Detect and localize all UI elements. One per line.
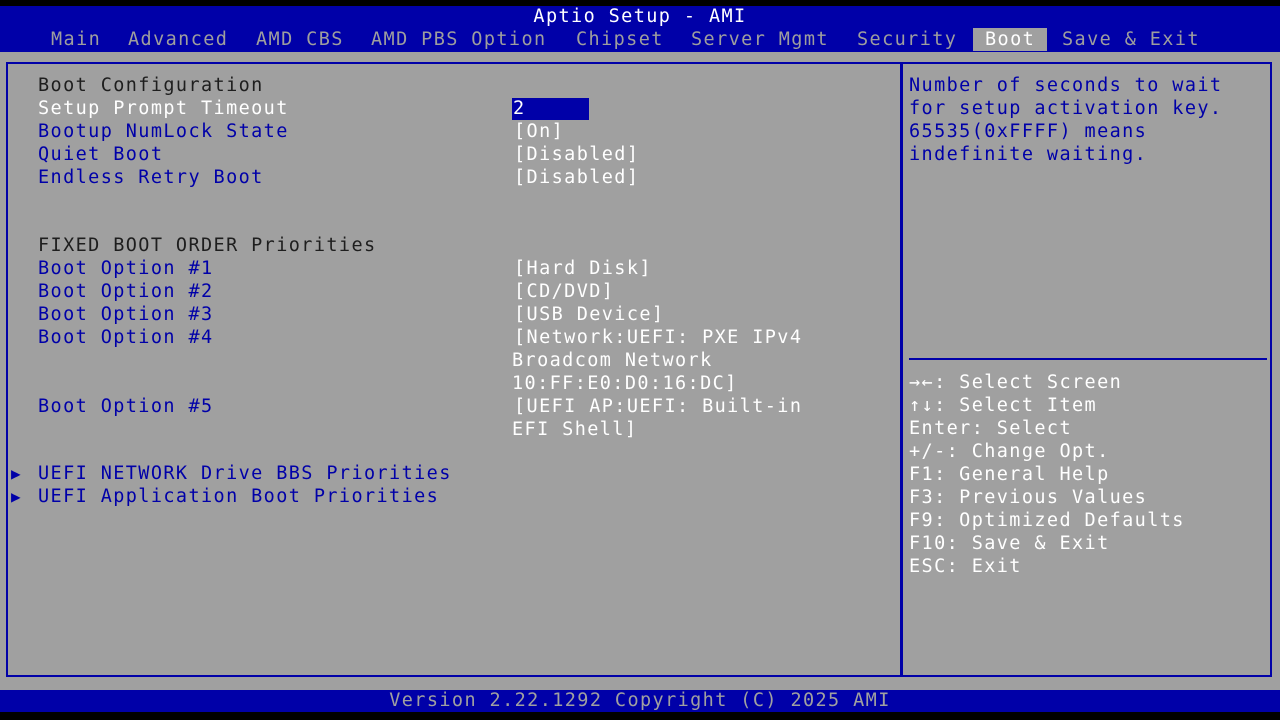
key-hint-exit: ESC: Exit bbox=[909, 556, 1022, 577]
key-hint-optimized-defaults: F9: Optimized Defaults bbox=[909, 510, 1185, 531]
setting-boot-option-1[interactable]: Boot Option #1 bbox=[38, 257, 214, 280]
key-hint-general-help: F1: General Help bbox=[909, 464, 1110, 485]
key-hint-previous-values: F3: Previous Values bbox=[909, 487, 1148, 508]
key-hint-select-screen: →←: Select Screen bbox=[909, 372, 1123, 393]
key-hint-change-opt: +/-: Change Opt. bbox=[909, 441, 1110, 462]
boot-option-4-value-line-3[interactable]: 10:FF:E0:D0:16:DC] bbox=[512, 372, 738, 395]
submenu-uefi-network-drive-bbs-priorities[interactable]: UEFI NETWORK Drive BBS Priorities bbox=[38, 462, 452, 485]
help-text-line: for setup activation key. bbox=[909, 98, 1223, 119]
setting-bootup-numlock-state[interactable]: Bootup NumLock State bbox=[38, 120, 289, 143]
tab-boot[interactable]: Boot bbox=[973, 28, 1048, 51]
help-text-line: Number of seconds to wait bbox=[909, 75, 1223, 96]
boot-option-5-value-line-1[interactable]: [UEFI AP:UEFI: Built-in bbox=[514, 395, 802, 418]
setup-prompt-timeout-input[interactable]: 2 bbox=[512, 98, 589, 120]
key-hint-select-item: ↑↓: Select Item bbox=[909, 395, 1098, 416]
key-hint-enter-select: Enter: Select bbox=[909, 418, 1072, 439]
boot-option-1-value[interactable]: [Hard Disk] bbox=[514, 257, 652, 280]
setting-boot-option-3[interactable]: Boot Option #3 bbox=[38, 303, 214, 326]
boot-option-4-value-line-2[interactable]: Broadcom Network bbox=[512, 349, 713, 372]
title-bar: Aptio Setup - AMI Main Advanced AMD CBS … bbox=[0, 6, 1280, 52]
tab-advanced[interactable]: Advanced bbox=[128, 28, 228, 51]
tab-chipset[interactable]: Chipset bbox=[576, 28, 664, 51]
key-hint-save-exit: F10: Save & Exit bbox=[909, 533, 1110, 554]
endless-retry-boot-value[interactable]: [Disabled] bbox=[514, 166, 639, 189]
section-title-boot-configuration: Boot Configuration bbox=[38, 75, 264, 96]
boot-option-2-value[interactable]: [CD/DVD] bbox=[514, 280, 614, 303]
boot-option-3-value[interactable]: [USB Device] bbox=[514, 303, 664, 326]
boot-option-5-value-line-2[interactable]: EFI Shell] bbox=[512, 418, 637, 441]
setting-boot-option-5[interactable]: Boot Option #5 bbox=[38, 395, 214, 418]
setting-setup-prompt-timeout[interactable]: Setup Prompt Timeout bbox=[38, 97, 289, 120]
version-footer: Version 2.22.1292 Copyright (C) 2025 AMI bbox=[0, 690, 1280, 712]
bootup-numlock-state-value[interactable]: [On] bbox=[514, 120, 564, 143]
submenu-arrow-icon: ▶ bbox=[11, 464, 23, 483]
bottom-border bbox=[0, 712, 1280, 720]
setting-endless-retry-boot[interactable]: Endless Retry Boot bbox=[38, 166, 264, 189]
tab-amd-cbs[interactable]: AMD CBS bbox=[256, 28, 344, 51]
help-divider bbox=[909, 358, 1267, 360]
window-title: Aptio Setup - AMI bbox=[533, 6, 747, 27]
help-text-line: 65535(0xFFFF) means bbox=[909, 121, 1148, 142]
setting-boot-option-2[interactable]: Boot Option #2 bbox=[38, 280, 214, 303]
tab-server-mgmt[interactable]: Server Mgmt bbox=[691, 28, 829, 51]
tab-security[interactable]: Security bbox=[857, 28, 957, 51]
submenu-uefi-application-boot-priorities[interactable]: UEFI Application Boot Priorities bbox=[38, 485, 439, 508]
panel-divider bbox=[900, 62, 903, 677]
boot-option-4-value-line-1[interactable]: [Network:UEFI: PXE IPv4 bbox=[514, 326, 802, 349]
setting-boot-option-4[interactable]: Boot Option #4 bbox=[38, 326, 214, 349]
tab-save-exit[interactable]: Save & Exit bbox=[1062, 28, 1200, 51]
setting-quiet-boot[interactable]: Quiet Boot bbox=[38, 143, 163, 166]
tab-amd-pbs-option[interactable]: AMD PBS Option bbox=[371, 28, 547, 51]
section-title-fixed-boot-order: FIXED BOOT ORDER Priorities bbox=[38, 235, 377, 256]
tab-main[interactable]: Main bbox=[51, 28, 101, 51]
submenu-arrow-icon: ▶ bbox=[11, 487, 23, 506]
quiet-boot-value[interactable]: [Disabled] bbox=[514, 143, 639, 166]
help-text-line: indefinite waiting. bbox=[909, 144, 1148, 165]
